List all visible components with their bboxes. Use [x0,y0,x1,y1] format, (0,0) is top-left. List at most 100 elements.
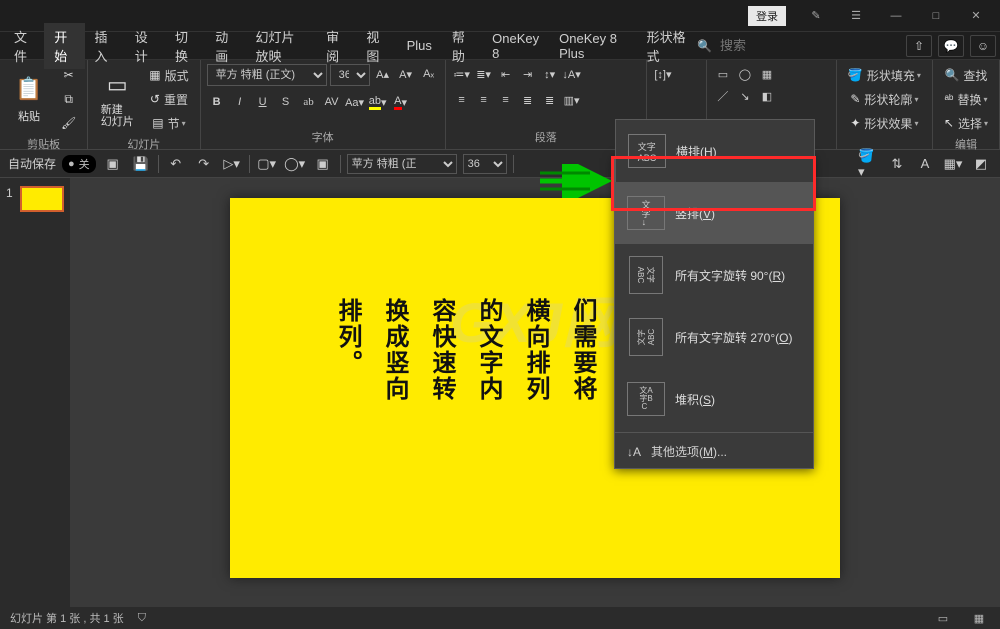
cursor-icon: ↖ [944,116,954,130]
shape-circle-icon[interactable]: ◯ [735,64,755,84]
shape-rect-icon[interactable]: ▭ [713,64,733,84]
dd-vertical[interactable]: 文字→ 竖排(V) [615,182,813,244]
pen-icon[interactable]: ✎ [796,2,836,30]
indent-inc-button[interactable]: ⇥ [518,64,538,84]
shadow-button[interactable]: ab [299,92,319,112]
indent-dec-button[interactable]: ⇤ [496,64,516,84]
section-button[interactable]: ▤节▾ [144,112,193,134]
horizontal-text-icon: 文字ABC [628,134,666,168]
shape-effects-button[interactable]: ✦形状效果▾ [843,112,926,134]
help-icon[interactable]: ☺ [970,35,996,57]
align-right-button[interactable]: ≡ [496,90,516,110]
line-spacing-button[interactable]: ↕▾ [540,64,560,84]
qat-start-icon[interactable]: ▷▾ [221,153,243,175]
effects-icon: ✦ [850,116,860,130]
tab-onekey8[interactable]: OneKey 8 [482,27,549,65]
text-column: 排列。 [330,298,365,428]
font-name-select[interactable]: 苹方 特粗 (正文) [207,64,327,86]
shape-arrow-icon[interactable]: ↘ [735,86,755,106]
search-icon: 🔍 [697,39,712,53]
copy-button[interactable]: ⧉ [56,88,81,110]
dd-stacked[interactable]: 文A字B C 堆积(S) [615,368,813,430]
qat-save-icon[interactable]: 💾 [130,153,152,175]
increase-font-icon[interactable]: A▴ [373,64,393,84]
window-minimize-icon[interactable]: — [876,2,916,30]
dd-horizontal[interactable]: 文字ABC 横排(H) [615,119,815,182]
qat-shape2-icon[interactable]: ◯▾ [284,153,306,175]
tab-plus[interactable]: Plus [397,34,442,57]
pen-outline-icon: ✎ [850,92,860,106]
sorter-view-icon[interactable]: ▦ [968,609,990,627]
slide-canvas[interactable]: GXJ网 的文本框， 接下来我 们需要将 横向排列 的文字内 容快速转 换成竖向… [70,178,1000,607]
thumb-item-1[interactable]: 1 [6,186,64,212]
shape-line-icon[interactable]: ／ [713,86,733,106]
align-text-button[interactable]: [↕]▾ [653,64,673,84]
decrease-font-icon[interactable]: A▾ [396,64,416,84]
dd-more-options[interactable]: ↓A 其他选项(M)... [615,435,813,468]
reset-icon: ↺ [150,92,160,106]
replace-button[interactable]: ᵃᵇ替换▾ [939,88,993,110]
numbering-button[interactable]: ≣▾ [474,64,494,84]
align-left-button[interactable]: ≡ [452,90,472,110]
ribbon-mode-icon[interactable]: ☰ [836,2,876,30]
dd-rotate-270[interactable]: 文字ABC 所有文字旋转 270°(O) [615,306,813,368]
qat-fill-icon[interactable]: 🪣▾ [858,153,880,175]
format-painter-button[interactable]: 🖌 [56,112,81,134]
window-close-icon[interactable]: ✕ [956,2,996,30]
highlight-button[interactable]: ab▾ [368,92,388,112]
bold-button[interactable]: B [207,92,227,112]
bullets-button[interactable]: ≔▾ [452,64,472,84]
reset-button[interactable]: ↺重置 [144,88,193,110]
text-direction-button[interactable]: ↓A▾ [562,64,582,84]
search-input[interactable] [720,38,896,53]
group-label-clipboard: 剪贴板 [6,134,81,152]
strike-button[interactable]: S [276,92,296,112]
align-center-button[interactable]: ≡ [474,90,494,110]
qat-align-icon[interactable]: ⇅ [886,153,908,175]
qat-bookmark-icon[interactable]: ▣ [102,153,124,175]
comments-icon[interactable]: 💬 [938,35,964,57]
distribute-button[interactable]: ≣ [540,90,560,110]
qat-undo-icon[interactable]: ↶ [165,153,187,175]
find-button[interactable]: 🔍查找 [939,64,993,86]
text-direction-dropdown: 文字ABC 横排(H) 文字→ 竖排(V) 文字ABC 所有文字旋转 90°(R… [614,156,814,469]
shape-outline-button[interactable]: ✎形状轮廓▾ [843,88,926,110]
search-icon: 🔍 [944,68,959,82]
font-size-select[interactable]: 36 [330,64,370,86]
cut-button[interactable]: ✂ [56,64,81,86]
justify-button[interactable]: ≣ [518,90,538,110]
login-button[interactable]: 登录 [748,6,786,26]
qat-text-icon[interactable]: A [914,153,936,175]
qat-shape1-icon[interactable]: ▢▾ [256,153,278,175]
case-button[interactable]: Aa▾ [345,92,365,112]
share-icon[interactable]: ⇧ [906,35,932,57]
autosave-label: 自动保存 [8,155,56,172]
layout-button[interactable]: ▦版式 [144,64,193,86]
tab-onekey8plus[interactable]: OneKey 8 Plus [549,27,636,65]
normal-view-icon[interactable]: ▭ [932,609,954,627]
qat-image-icon[interactable]: ▣ [312,153,334,175]
qat-font-select[interactable]: 苹方 特粗 (正 [347,154,457,174]
paste-button[interactable]: 📋 粘贴 [6,64,52,134]
qat-crop-icon[interactable]: ◩ [970,153,992,175]
dd-rotate-90[interactable]: 文字ABC 所有文字旋转 90°(R) [615,244,813,306]
new-slide-icon: ▭ [107,70,128,100]
accessibility-icon[interactable]: ⛉ [138,612,146,625]
underline-button[interactable]: U [253,92,273,112]
qat-size-select[interactable]: 36 [463,154,507,174]
italic-button[interactable]: I [230,92,250,112]
font-color-button[interactable]: A▾ [391,92,411,112]
columns-button[interactable]: ▥▾ [562,90,582,110]
text-column: 换成竖向 [377,298,412,428]
select-button[interactable]: ↖选择▾ [939,112,993,134]
qat-grid-icon[interactable]: ▦▾ [942,153,964,175]
qat-redo-icon[interactable]: ↷ [193,153,215,175]
shape-fill-button[interactable]: 🪣形状填充▾ [843,64,926,86]
window-maximize-icon[interactable]: □ [916,2,956,30]
autosave-toggle[interactable]: ● 关 [62,155,96,173]
arrange-button[interactable]: ▦ [757,64,777,84]
spacing-button[interactable]: AV [322,92,342,112]
new-slide-button[interactable]: ▭ 新建 幻灯片 [94,64,140,134]
clear-format-icon[interactable]: Aₓ [419,64,439,84]
quick-styles-button[interactable]: ◧ [757,86,777,106]
